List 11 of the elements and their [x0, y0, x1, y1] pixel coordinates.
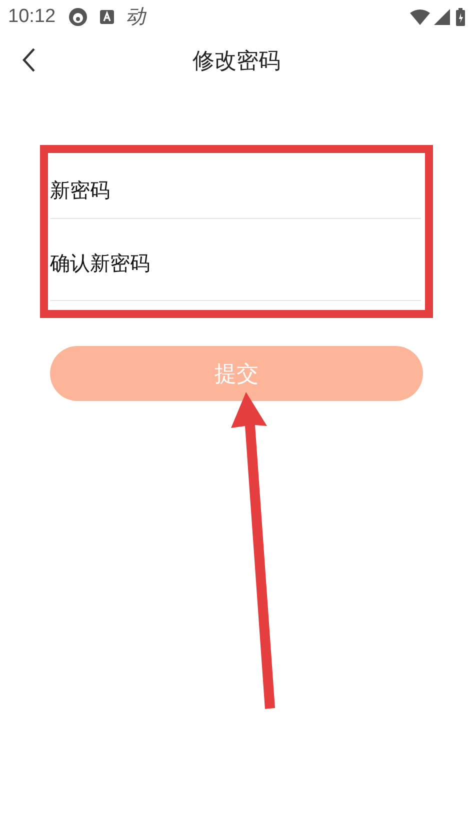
wifi-icon	[410, 9, 430, 25]
submit-button[interactable]: 提交	[50, 346, 423, 401]
signal-icon	[434, 9, 450, 25]
app-glyph: 动	[126, 5, 146, 30]
password-field[interactable]: 确认新密码	[50, 248, 421, 278]
status-time: 10:12	[8, 4, 56, 29]
back-icon	[22, 47, 36, 73]
letter-app-icon	[100, 10, 114, 24]
password-field[interactable]: 新密码	[50, 176, 421, 206]
battery-icon	[456, 8, 465, 26]
page-title: 修改密码	[192, 46, 280, 74]
